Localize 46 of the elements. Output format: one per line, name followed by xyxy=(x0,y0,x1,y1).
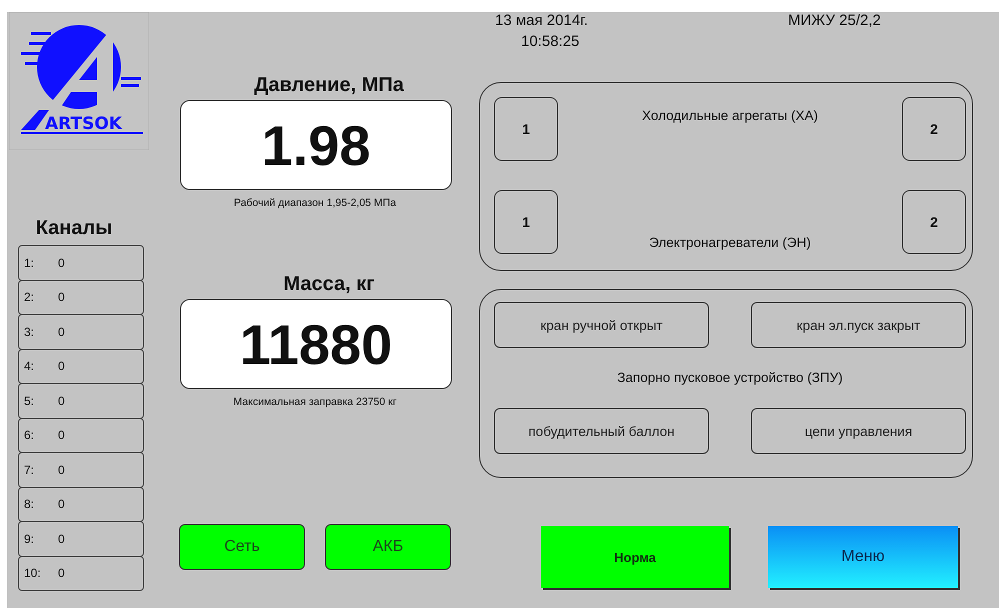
power-indicator: Сеть xyxy=(179,524,305,570)
channel-number: 8: xyxy=(23,497,36,512)
channel-value: 0 xyxy=(58,324,65,339)
unit-button[interactable]: 2 xyxy=(902,97,966,161)
channel-value: 0 xyxy=(58,428,65,442)
channel-value: 0 xyxy=(58,566,65,580)
readout-display: 11880 xyxy=(180,299,452,389)
menu-button[interactable]: Меню xyxy=(768,526,958,588)
channel-number: 3: xyxy=(23,324,36,339)
status-indicator: Норма xyxy=(541,526,729,588)
channel-number: 10: xyxy=(23,566,42,580)
date-text: 13 мая 2014г. xyxy=(495,12,589,29)
channel-value: 0 xyxy=(58,394,65,408)
zpu-status-button[interactable]: цепи управления xyxy=(751,408,966,454)
channel-number: 5: xyxy=(23,394,36,408)
channel-number: 4: xyxy=(23,359,36,374)
channels-title: Каналы xyxy=(34,217,114,240)
valve-status-button[interactable]: кран эл.пуск закрыт xyxy=(751,302,966,348)
unit-group-label: Электронагреватели (ЭН) xyxy=(649,235,811,250)
power-indicator: АКБ xyxy=(325,524,451,570)
channel-value: 0 xyxy=(58,256,65,270)
device-name: МИЖУ 25/2,2 xyxy=(788,12,881,31)
channel-number: 9: xyxy=(23,532,36,546)
readout-note: Максимальная заправка 23750 кг xyxy=(232,396,398,408)
unit-button[interactable]: 1 xyxy=(494,97,558,161)
channel-number: 1: xyxy=(23,256,36,270)
unit-group-label: Холодильные агрегаты (ХА) xyxy=(642,108,818,123)
channel-value: 0 xyxy=(58,359,65,374)
readout-note: Рабочий диапазон 1,95-2,05 МПа xyxy=(232,197,398,209)
channel-value: 0 xyxy=(58,462,65,477)
channel-value: 0 xyxy=(58,532,65,546)
readout-title: Давление, МПа xyxy=(253,74,405,98)
readout-display: 1.98 xyxy=(180,100,452,190)
company-logo: ARTSOK xyxy=(9,12,149,150)
channel-number: 2: xyxy=(23,290,36,304)
zpu-status-button[interactable]: побудительный баллон xyxy=(494,408,709,454)
unit-button[interactable]: 1 xyxy=(494,190,558,254)
channel-value: 0 xyxy=(58,497,65,512)
readout-title: Масса, кг xyxy=(282,273,376,297)
valve-status-button[interactable]: кран ручной открыт xyxy=(494,302,709,348)
channel-number: 6: xyxy=(23,428,36,442)
channel-value: 0 xyxy=(58,290,65,304)
unit-button[interactable]: 2 xyxy=(902,190,966,254)
channel-number: 7: xyxy=(23,462,36,477)
time-text: 10:58:25 xyxy=(520,33,580,50)
zpu-label: Запорно пусковое устройство (ЗПУ) xyxy=(617,370,843,385)
